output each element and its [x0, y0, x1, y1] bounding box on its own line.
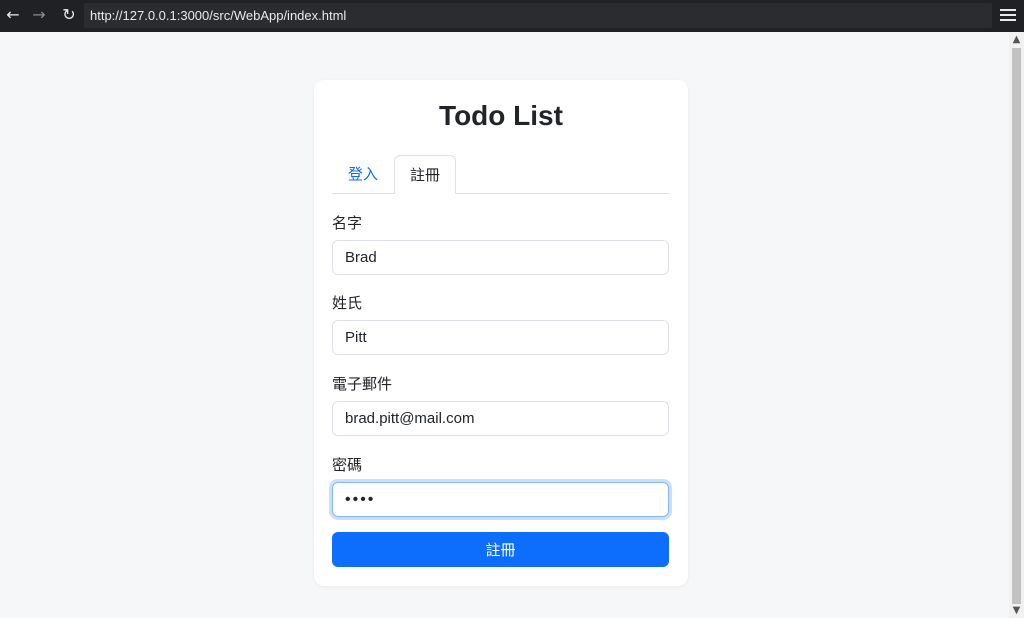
scroll-up-icon[interactable]: ▲	[1009, 32, 1024, 47]
auth-tabs: 登入 註冊	[332, 155, 669, 194]
tab-register[interactable]: 註冊	[394, 155, 456, 194]
first-name-label: 名字	[332, 214, 363, 232]
auth-card: Todo List 登入 註冊 名字 姓氏 電子郵件 密碼 註冊	[314, 80, 688, 586]
vertical-scrollbar[interactable]: ▲ ▼	[1009, 32, 1024, 618]
email-field[interactable]	[332, 401, 669, 436]
last-name-label: 姓氏	[332, 294, 363, 312]
password-label: 密碼	[332, 456, 363, 474]
forward-arrow-icon[interactable]: →	[28, 4, 50, 26]
reload-icon[interactable]: ↻	[58, 4, 80, 26]
scroll-down-icon[interactable]: ▼	[1009, 603, 1024, 618]
address-bar[interactable]: http://127.0.0.1:3000/src/WebApp/index.h…	[84, 3, 992, 28]
hamburger-menu-icon[interactable]	[1000, 6, 1016, 24]
back-arrow-icon[interactable]: ←	[2, 4, 24, 26]
last-name-field[interactable]	[332, 320, 669, 355]
page-title: Todo List	[439, 100, 563, 131]
first-name-field[interactable]	[332, 240, 669, 275]
address-url: http://127.0.0.1:3000/src/WebApp/index.h…	[90, 8, 347, 23]
email-label: 電子郵件	[332, 375, 393, 393]
register-button[interactable]: 註冊	[332, 532, 669, 567]
scroll-thumb[interactable]	[1012, 48, 1021, 604]
tab-login[interactable]: 登入	[332, 155, 394, 194]
password-field[interactable]	[332, 482, 669, 517]
browser-toolbar: ← → ↻ http://127.0.0.1:3000/src/WebApp/i…	[0, 0, 1024, 32]
